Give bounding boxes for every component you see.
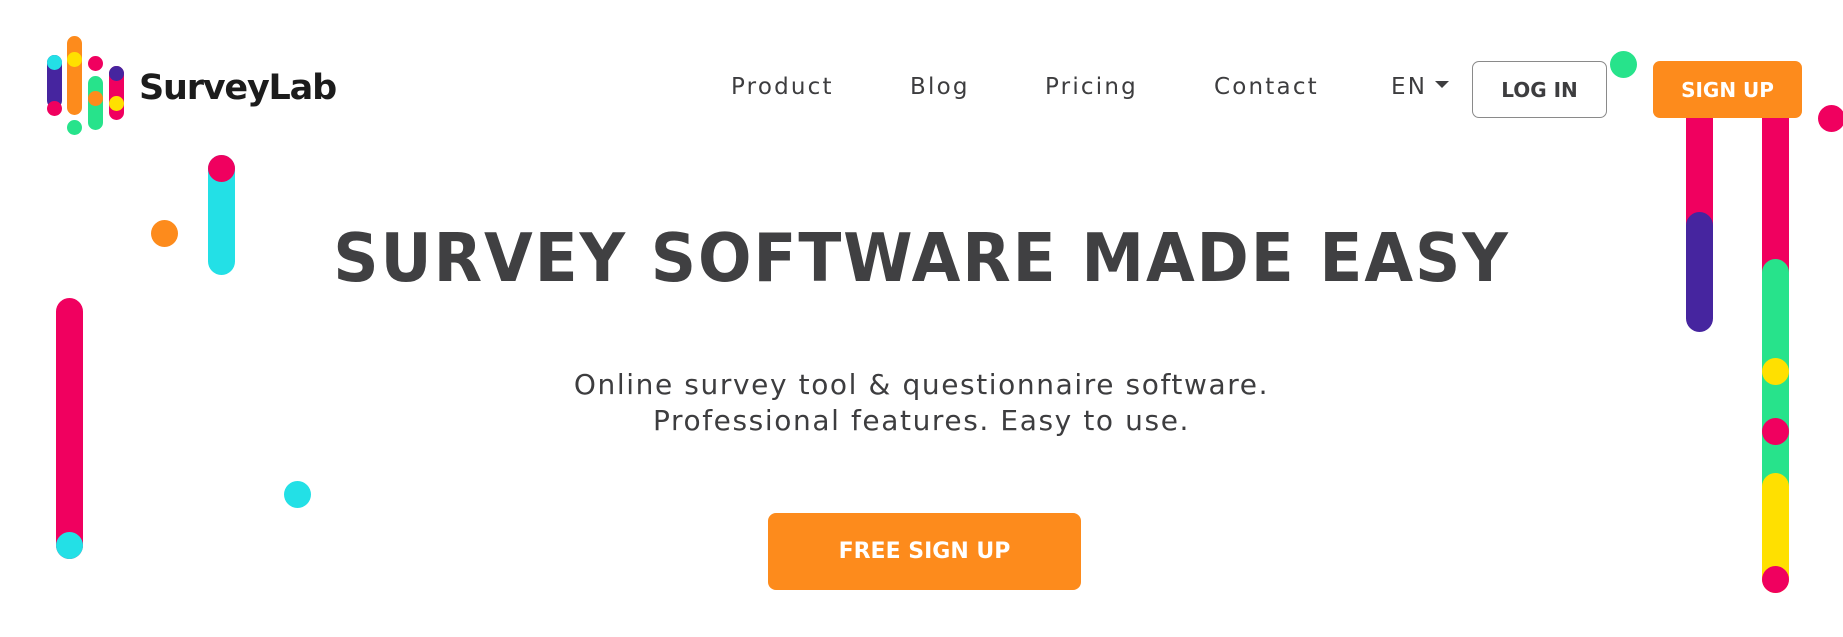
- nav-blog[interactable]: Blog: [910, 74, 970, 100]
- language-label: EN: [1391, 74, 1428, 100]
- language-selector[interactable]: EN: [1391, 74, 1450, 100]
- hero-title: SURVEY SOFTWARE MADE EASY: [333, 219, 1510, 297]
- login-button[interactable]: LOG IN: [1472, 61, 1607, 118]
- decor-pink-dot-3: [1762, 566, 1789, 593]
- decor-cyan-dot-2: [284, 481, 311, 508]
- free-signup-button[interactable]: FREE SIGN UP: [768, 513, 1081, 590]
- decor-cyan-dot: [56, 532, 83, 559]
- decor-pink-dot: [1818, 105, 1843, 132]
- nav-product[interactable]: Product: [731, 74, 834, 100]
- hero-subtitle-line-1: Online survey tool & questionnaire softw…: [573, 368, 1270, 401]
- logo-mark-icon: [40, 36, 135, 136]
- decor-green-dot: [1610, 51, 1637, 78]
- decor-pink-dot-4: [208, 155, 235, 182]
- hero-subtitle: Online survey tool & questionnaire softw…: [0, 367, 1843, 439]
- logo[interactable]: SurveyLab: [40, 36, 340, 136]
- nav-pricing[interactable]: Pricing: [1045, 74, 1138, 100]
- hero-subtitle-line-2: Professional features. Easy to use.: [652, 404, 1191, 437]
- signup-button[interactable]: SIGN UP: [1653, 61, 1802, 118]
- caret-down-icon: [1435, 81, 1450, 88]
- logo-text: SurveyLab: [139, 68, 337, 108]
- nav-contact[interactable]: Contact: [1214, 74, 1319, 100]
